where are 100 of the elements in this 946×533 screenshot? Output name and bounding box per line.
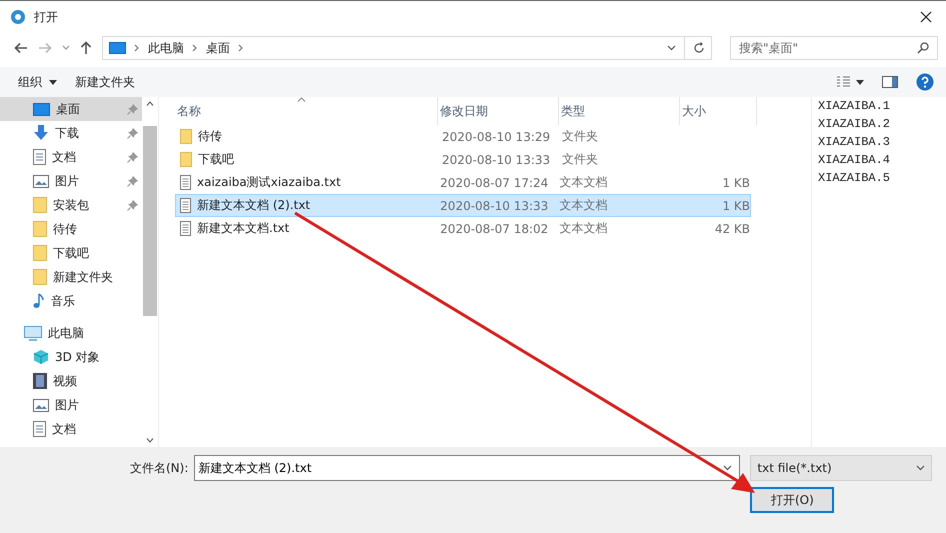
file-name: xaizaiba测试xiazaiba.txt: [197, 174, 341, 191]
file-name: 新建文本文档.txt: [197, 220, 290, 237]
file-row[interactable]: 下载吧 2020-08-10 13:33 文件夹: [175, 148, 751, 171]
sidebar-item[interactable]: 新建文件夹: [0, 265, 142, 289]
new-folder-button[interactable]: 新建文件夹: [75, 74, 135, 90]
sidebar-item[interactable]: 下载吧: [0, 241, 142, 265]
pin-icon: [127, 176, 138, 187]
sidebar-item[interactable]: 下载: [0, 121, 142, 145]
modified-date: 2020-08-07 18:02: [439, 222, 550, 236]
file-name: 新建文本文档 (2).txt: [197, 197, 310, 214]
sidebar-item[interactable]: 3D 对象: [0, 345, 142, 369]
address-bar[interactable]: 此电脑 桌面: [102, 36, 712, 60]
sidebar-item[interactable]: 文档: [0, 417, 142, 441]
sidebar-item[interactable]: 桌面: [0, 97, 142, 121]
sidebar-item[interactable]: 安装包: [0, 193, 142, 217]
chevron-down-icon[interactable]: [723, 465, 732, 471]
chevron-down-icon: [916, 465, 926, 471]
folder-icon: [33, 269, 47, 285]
document-icon: [33, 149, 46, 165]
monitor-icon: [33, 102, 50, 116]
folder-icon: [180, 129, 192, 144]
download-arrow-icon: [33, 125, 49, 141]
preview-text-line: XIAZAIBA.1: [818, 99, 892, 115]
cube-icon: [33, 349, 49, 365]
refresh-icon[interactable]: [693, 42, 705, 54]
breadcrumb[interactable]: 此电脑: [148, 40, 184, 56]
preview-text-line: XIAZAIBA.4: [818, 153, 892, 169]
film-icon: [33, 373, 47, 389]
pin-icon: [127, 152, 138, 163]
modified-date: 2020-08-10 13:33: [439, 198, 550, 212]
search-field[interactable]: 搜索"桌面": [730, 36, 938, 60]
modified-date: 2020-08-10 13:33: [441, 152, 552, 166]
column-header[interactable]: 名称: [175, 97, 438, 125]
file-type: 文本文档: [558, 174, 608, 191]
caret-icon: [49, 80, 57, 84]
organize-button[interactable]: 组织: [18, 74, 57, 90]
pin-icon: [127, 128, 138, 139]
close-icon[interactable]: [920, 11, 932, 23]
up-arrow-icon[interactable]: [80, 41, 92, 55]
sidebar-item[interactable]: 文档: [0, 145, 142, 169]
sidebar-item[interactable]: 此电脑: [0, 321, 142, 345]
sort-caret-icon: [297, 97, 306, 102]
document-icon: [33, 421, 46, 437]
sidebar-item[interactable]: 音乐: [0, 289, 142, 313]
file-row[interactable]: 新建文本文档 (2).txt 2020-08-10 13:33 文本文档 1 KB: [175, 194, 751, 217]
preview-text-line: XIAZAIBA.2: [818, 117, 892, 133]
text-file-icon: [180, 221, 191, 236]
folder-icon: [33, 221, 47, 237]
modified-date: 2020-08-10 13:29: [441, 130, 552, 144]
file-type: 文本文档: [558, 220, 608, 237]
scroll-down-icon[interactable]: [146, 438, 154, 443]
preview-text-line: XIAZAIBA.3: [818, 135, 892, 151]
pin-icon: [127, 104, 138, 115]
chevron-right-icon: [238, 44, 244, 52]
sidebar-item[interactable]: 待传: [0, 217, 142, 241]
preview-text-line: XIAZAIBA.5: [818, 171, 892, 187]
view-options-icon[interactable]: [836, 76, 864, 88]
file-size: 1 KB: [721, 198, 750, 212]
file-type-dropdown[interactable]: txt file(*.txt): [750, 455, 932, 481]
file-size: 1 KB: [721, 176, 750, 190]
breadcrumb[interactable]: 桌面: [206, 40, 230, 56]
window-title: 打开: [34, 8, 58, 26]
picture-icon: [33, 174, 49, 188]
chevron-right-icon: [134, 44, 140, 52]
pin-icon: [127, 200, 138, 211]
text-file-icon: [180, 175, 191, 190]
file-type: 文件夹: [561, 128, 599, 145]
scroll-up-icon[interactable]: [146, 101, 154, 106]
filename-label: 文件名(N):: [130, 460, 188, 476]
modified-date: 2020-08-07 17:24: [439, 176, 550, 190]
folder-icon: [33, 245, 47, 261]
open-button[interactable]: 打开(O): [750, 487, 834, 513]
file-size: 42 KB: [714, 222, 750, 236]
column-header[interactable]: 修改日期: [438, 97, 559, 125]
filename-field[interactable]: 新建文本文档 (2).txt: [194, 455, 740, 481]
sidebar-item[interactable]: 视频: [0, 369, 142, 393]
file-row[interactable]: 待传 2020-08-10 13:29 文件夹: [175, 125, 751, 148]
music-note-icon: [33, 293, 45, 309]
text-file-icon: [180, 198, 191, 213]
column-header[interactable]: 大小: [680, 97, 757, 125]
file-type: 文本文档: [558, 197, 608, 214]
picture-icon: [33, 398, 49, 412]
folder-icon: [33, 197, 47, 213]
sidebar-item[interactable]: 图片: [0, 393, 142, 417]
sidebar-item[interactable]: 图片: [0, 169, 142, 193]
chevron-down-icon[interactable]: [667, 45, 676, 51]
file-row[interactable]: xaizaiba测试xiazaiba.txt 2020-08-07 17:24 文本文档 1 KB: [175, 171, 751, 194]
file-name: 待传: [198, 128, 222, 145]
file-name: 下载吧: [198, 151, 234, 168]
folder-icon: [180, 152, 192, 167]
monitor-icon: [24, 326, 42, 340]
help-icon[interactable]: [916, 73, 934, 91]
file-type: 文件夹: [561, 151, 599, 168]
file-row[interactable]: 新建文本文档.txt 2020-08-07 18:02 文本文档 42 KB: [175, 217, 751, 240]
app-icon: [10, 9, 26, 25]
column-header[interactable]: 类型: [559, 97, 680, 125]
back-icon[interactable]: [14, 42, 28, 54]
preview-pane-icon[interactable]: [882, 76, 898, 88]
monitor-icon: [109, 42, 126, 54]
chevron-right-icon: [192, 44, 198, 52]
